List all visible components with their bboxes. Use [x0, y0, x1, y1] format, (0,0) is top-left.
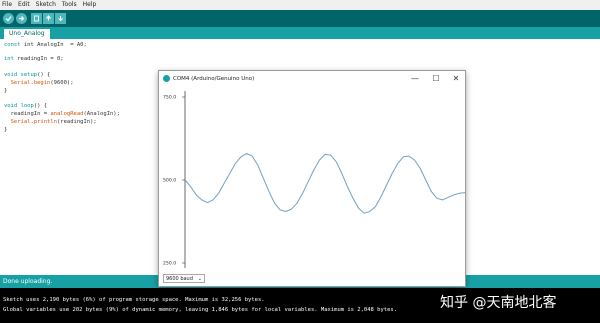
menu-edit[interactable]: Edit — [18, 0, 30, 10]
code-line-4: Serial.begin(9600); — [10, 80, 74, 86]
maximize-icon[interactable]: ☐ — [431, 74, 441, 84]
minimize-icon[interactable]: — — [410, 74, 420, 84]
menu-sketch[interactable]: Sketch — [36, 0, 56, 10]
console-line-1: Sketch uses 2,190 bytes (6%) of program … — [3, 297, 265, 303]
code-line-5: } — [4, 88, 8, 94]
code-line-9: } — [4, 127, 8, 133]
y-tick-label: 500.0 — [163, 178, 176, 184]
code-line-1: const int AnalogIn = A0; — [4, 42, 87, 48]
console-line-2: Global variables use 202 bytes (9%) of d… — [3, 307, 398, 313]
upload-icon[interactable] — [16, 13, 27, 24]
code-line-2: int readingIn = 0; — [4, 56, 64, 62]
serial-plot: 750.0 500.0 250.0 — [163, 91, 466, 268]
y-tick-label: 250.0 — [163, 261, 176, 267]
plotter-bottom-bar: 9600 baud ⌄ — [159, 271, 465, 286]
new-icon[interactable] — [31, 13, 42, 24]
plotter-title: COM4 (Arduino/Genuino Uno) — [173, 76, 255, 82]
code-line-3: void setup() { — [4, 72, 51, 78]
tab-strip: Uno_Analog — [0, 27, 600, 39]
code-line-8: Serial.println(readingIn); — [10, 119, 97, 125]
menu-file[interactable]: File — [2, 0, 12, 10]
watermark: 知乎 @天南地北客 — [440, 295, 557, 311]
toolbar — [0, 10, 600, 27]
plotter-title-bar: COM4 (Arduino/Genuino Uno) — ☐ ✕ — [159, 71, 465, 87]
series-line-0 — [184, 152, 466, 214]
arduino-logo-icon — [163, 75, 170, 82]
code-line-7: readingIn = analogRead(AnalogIn); — [4, 111, 120, 117]
save-icon[interactable] — [55, 13, 66, 24]
close-icon[interactable]: ✕ — [451, 74, 461, 84]
serial-plotter-window: COM4 (Arduino/Genuino Uno) — ☐ ✕ 750.0 50… — [158, 70, 466, 287]
baud-rate-value: 9600 baud — [166, 276, 193, 282]
tab-uno-analog[interactable]: Uno_Analog — [4, 29, 50, 39]
menu-bar: File Edit Sketch Tools Help — [0, 0, 600, 10]
code-line-6: void loop() { — [4, 103, 48, 109]
y-tick-label: 750.0 — [163, 95, 176, 101]
open-icon[interactable] — [43, 13, 54, 24]
plot-area: 750.0 500.0 250.0 — [159, 87, 466, 271]
menu-help[interactable]: Help — [83, 0, 97, 10]
menu-tools[interactable]: Tools — [62, 0, 77, 10]
chevron-down-icon: ⌄ — [197, 276, 202, 282]
baud-rate-select[interactable]: 9600 baud ⌄ — [163, 274, 205, 283]
verify-icon[interactable] — [3, 13, 14, 24]
